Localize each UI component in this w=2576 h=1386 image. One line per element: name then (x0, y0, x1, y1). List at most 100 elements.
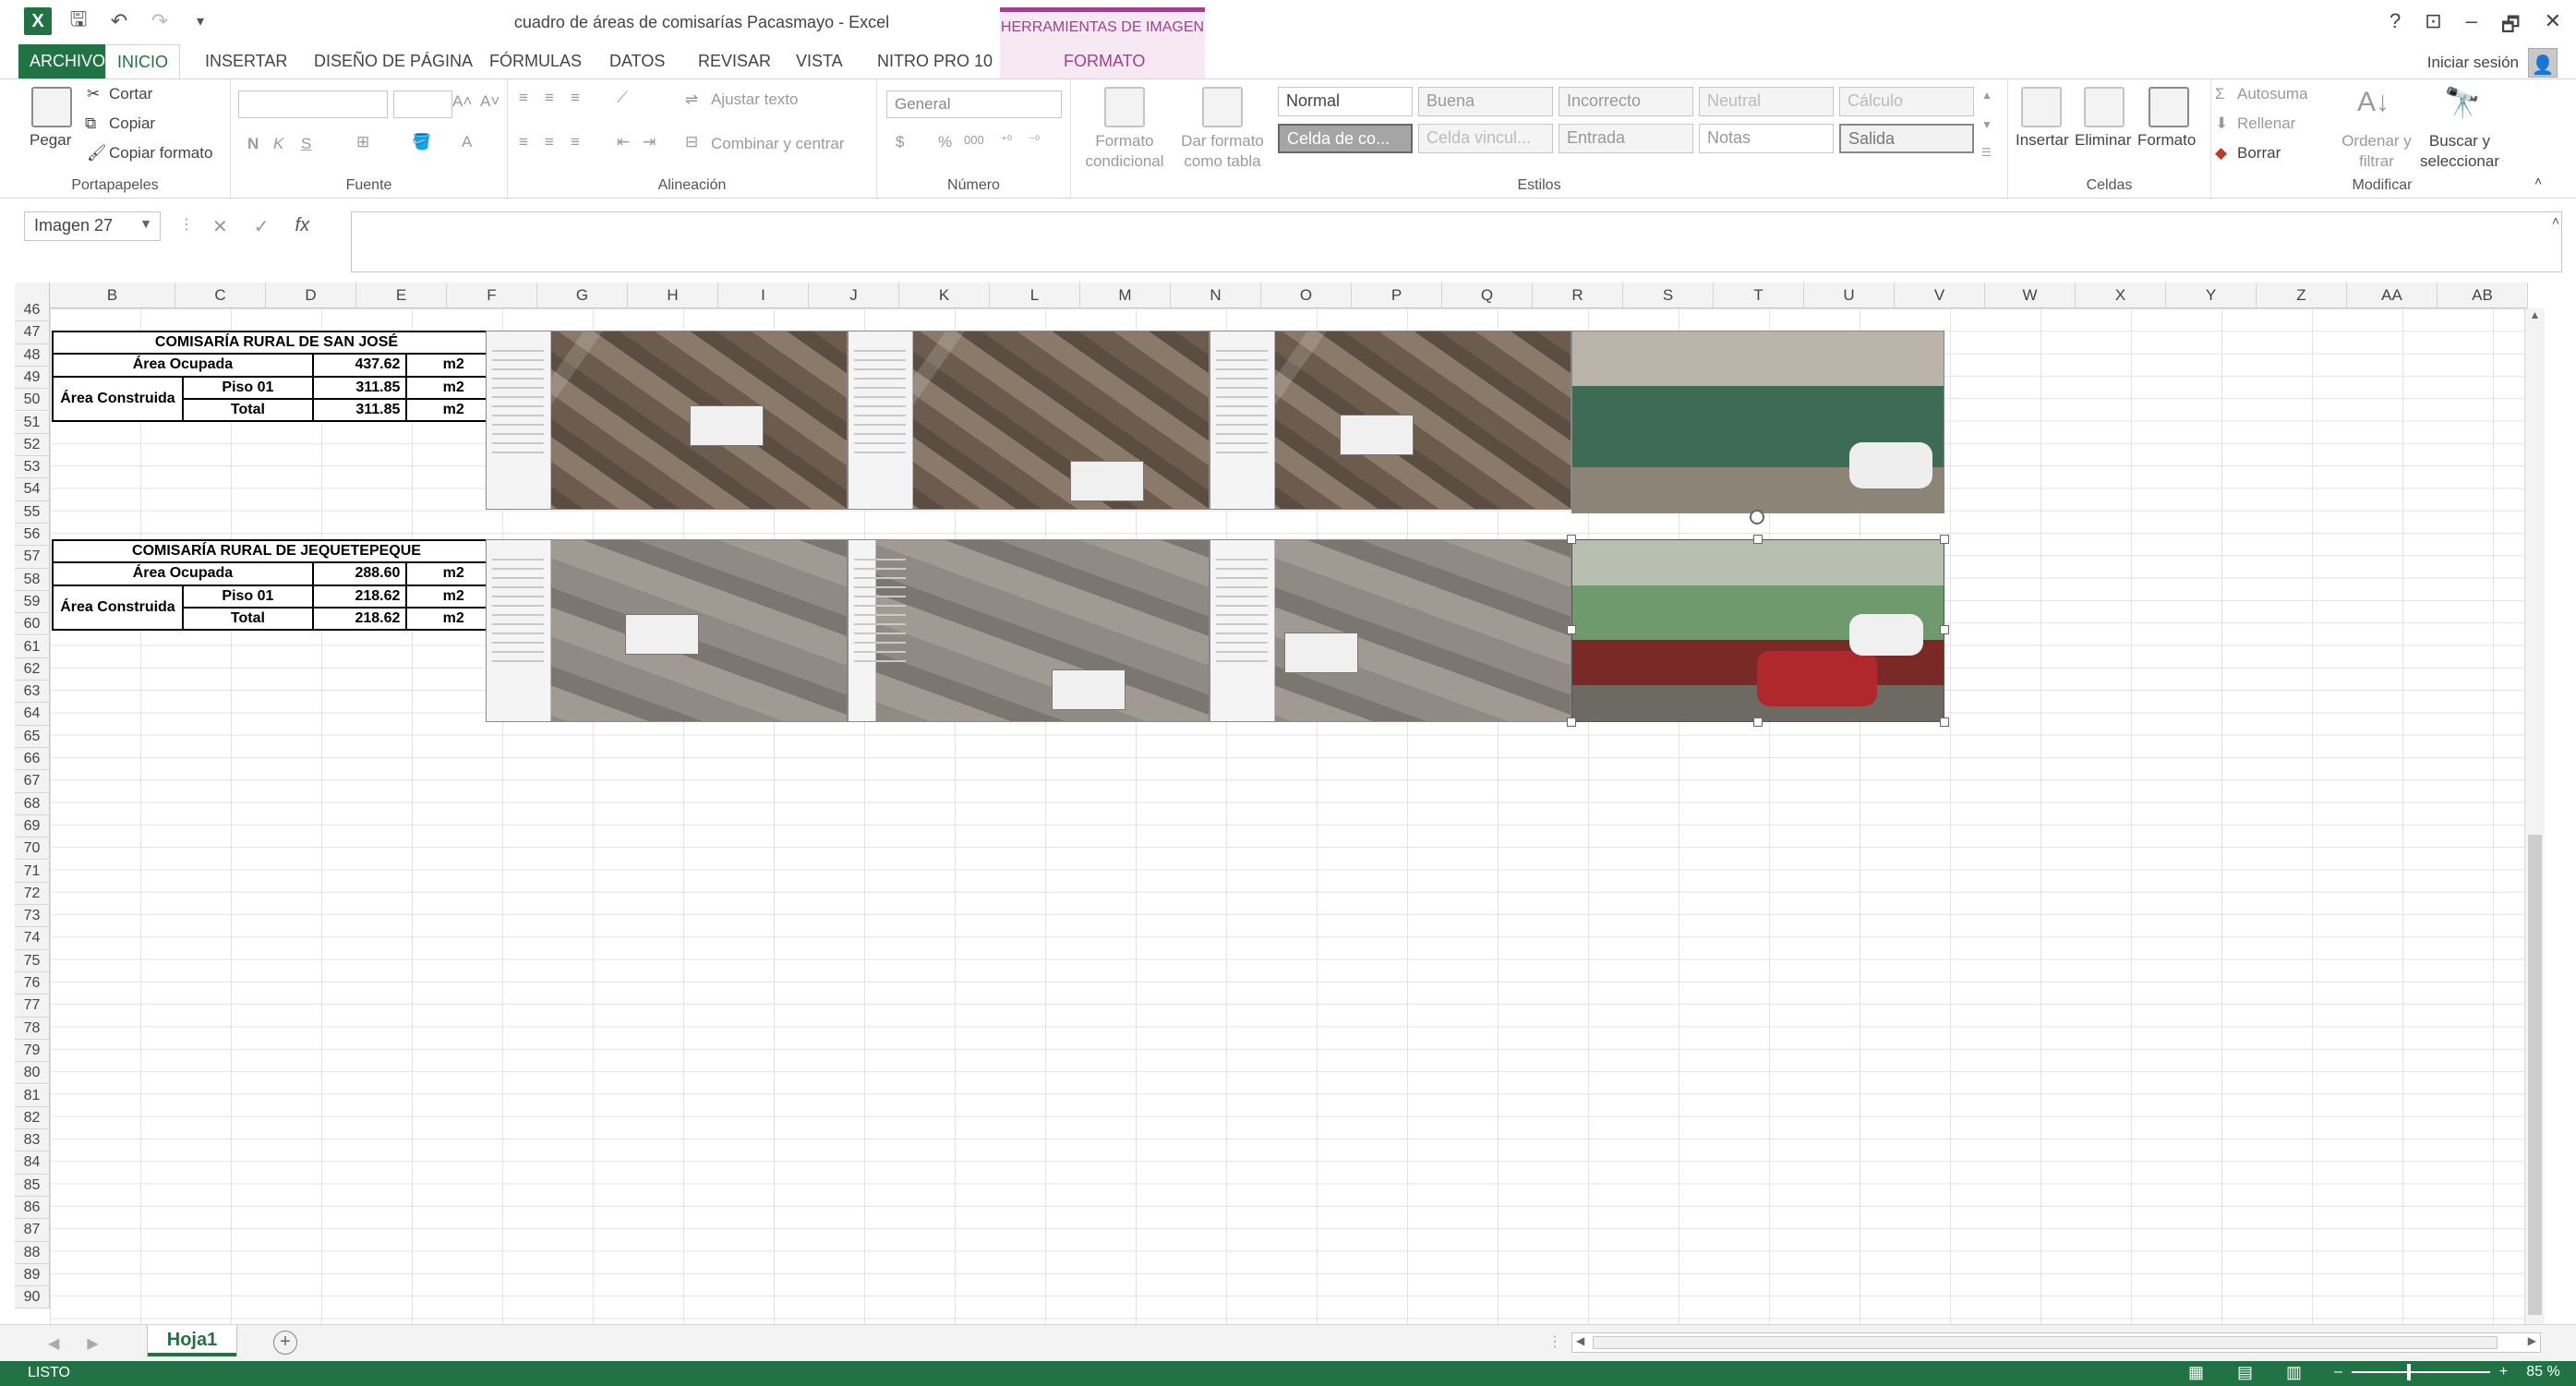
row-header[interactable]: 58 (15, 568, 50, 591)
clear-icon[interactable]: ◆ (2215, 144, 2227, 163)
name-box[interactable]: Imagen 27 ▼ (24, 211, 161, 241)
column-header[interactable]: N (1171, 283, 1261, 308)
row-header[interactable]: 48 (15, 343, 50, 367)
scroll-right-icon[interactable]: ▶ (2528, 1334, 2536, 1347)
total-value[interactable]: 311.85 (311, 397, 408, 423)
page-layout-view-icon[interactable]: ▤ (2237, 1363, 2253, 1382)
format-painter-icon[interactable]: 🖌 (87, 144, 107, 163)
resize-handle[interactable] (1753, 717, 1763, 727)
row-header[interactable]: 68 (15, 792, 50, 815)
align-right-icon[interactable]: ≡ (571, 133, 580, 151)
tab-data[interactable]: DATOS (598, 44, 676, 79)
sort-filter-icon[interactable]: A↓ (2357, 87, 2389, 118)
column-header[interactable]: E (356, 283, 447, 308)
font-color-icon[interactable]: A (462, 133, 472, 151)
column-header[interactable]: K (899, 283, 990, 308)
format-as-table-icon[interactable] (1202, 87, 1243, 127)
paste-button[interactable]: Pegar (30, 131, 71, 150)
column-header[interactable]: B (50, 283, 175, 308)
scroll-left-icon[interactable]: ◀ (1576, 1334, 1584, 1347)
style-check-cell[interactable]: Celda de co... (1278, 124, 1413, 153)
shrink-font-icon[interactable]: A˅ (480, 92, 500, 111)
underline-button[interactable]: S (301, 135, 311, 153)
prev-sheet-icon[interactable]: ◀ (48, 1334, 59, 1353)
column-header[interactable]: W (1985, 283, 2076, 308)
scroll-up-icon[interactable]: ▲ (2525, 308, 2545, 321)
row-header[interactable]: 89 (15, 1263, 50, 1287)
copy-icon[interactable]: ⧉ (85, 114, 96, 133)
column-header[interactable]: J (809, 283, 899, 308)
font-size-combo[interactable] (393, 90, 452, 118)
fill-icon[interactable]: ⬇ (2215, 114, 2228, 133)
copy-button[interactable]: Copiar (109, 114, 155, 133)
vertical-scrollbar[interactable]: ▲ (2524, 308, 2545, 1324)
ribbon-display-icon[interactable]: ⊡ (2425, 9, 2441, 44)
resize-handle[interactable] (1940, 625, 1949, 634)
style-bad[interactable]: Incorrecto (1559, 87, 1693, 116)
column-header[interactable]: R (1533, 283, 1623, 308)
horizontal-scrollbar[interactable]: ◀ ▶ (1571, 1332, 2541, 1353)
horizontal-scroll-thumb[interactable] (1593, 1336, 2498, 1349)
rotate-handle-icon[interactable] (1750, 510, 1764, 524)
aerial-screenshot-image[interactable] (486, 331, 848, 510)
tab-formulas[interactable]: FÓRMULAS (478, 44, 593, 79)
row-header[interactable]: 54 (15, 478, 50, 501)
paste-icon[interactable] (31, 87, 72, 127)
row-header[interactable]: 69 (15, 814, 50, 838)
resize-handle[interactable] (1567, 717, 1576, 727)
area-construida-label[interactable]: Área Construida (52, 375, 184, 423)
minimize-button[interactable]: – (2466, 9, 2477, 44)
column-header[interactable]: F (447, 283, 537, 308)
insert-cells-icon[interactable] (2021, 87, 2062, 127)
cancel-icon[interactable]: ✕ (212, 215, 228, 238)
row-header[interactable]: 78 (15, 1017, 50, 1040)
column-header[interactable]: V (1895, 283, 1985, 308)
wrap-text-icon[interactable]: ⇌ (685, 90, 698, 109)
row-header[interactable]: 72 (15, 882, 50, 906)
total-label[interactable]: Total (181, 397, 314, 423)
area-ocupada-label[interactable]: Área Ocupada (52, 561, 314, 586)
street-view-photo[interactable] (1571, 331, 1944, 513)
normal-view-icon[interactable]: ▦ (2188, 1363, 2204, 1382)
help-button[interactable]: ? (2389, 9, 2401, 44)
row-header[interactable]: 77 (15, 994, 50, 1018)
zoom-out-button[interactable]: – (2334, 1364, 2342, 1380)
column-header[interactable]: L (990, 283, 1080, 308)
area-ocupada-value[interactable]: 437.62 (311, 353, 408, 378)
column-header[interactable]: I (718, 283, 809, 308)
row-header[interactable]: 59 (15, 590, 50, 614)
tab-view[interactable]: VISTA (785, 44, 854, 79)
style-linked-cell[interactable]: Celda vincul... (1418, 124, 1553, 153)
row-header[interactable]: 50 (15, 389, 50, 412)
row-header[interactable]: 80 (15, 1062, 50, 1085)
row-header[interactable]: 90 (15, 1286, 50, 1309)
row-header[interactable]: 66 (15, 748, 50, 771)
signin-area[interactable]: Iniciar sesión 👤 (2427, 48, 2558, 78)
row-header[interactable]: 70 (15, 838, 50, 861)
row-header[interactable]: 75 (15, 949, 50, 972)
aerial-screenshot-image[interactable] (1210, 331, 1571, 510)
percent-button[interactable]: % (938, 133, 952, 151)
vertical-scroll-thumb[interactable] (2528, 835, 2542, 1315)
delete-cells-button[interactable]: Eliminar (2075, 131, 2131, 150)
style-good[interactable]: Buena (1418, 87, 1553, 116)
align-left-icon[interactable]: ≡ (519, 133, 528, 151)
tab-home[interactable]: INICIO (105, 44, 181, 79)
add-sheet-button[interactable]: + (273, 1331, 297, 1355)
row-header[interactable]: 85 (15, 1174, 50, 1197)
increase-indent-icon[interactable]: ⇥ (643, 133, 656, 151)
row-header[interactable]: 81 (15, 1084, 50, 1107)
tab-file[interactable]: ARCHIVO (18, 44, 117, 79)
close-button[interactable]: ✕ (2545, 9, 2561, 44)
row-header[interactable]: 62 (15, 657, 50, 681)
merge-center-button[interactable]: Combinar y centrar (711, 135, 845, 153)
tab-nitro[interactable]: NITRO PRO 10 (866, 44, 1004, 79)
sheet-tab-hoja1[interactable]: Hoja1 (148, 1325, 236, 1356)
thousands-button[interactable]: 000 (964, 133, 984, 147)
name-box-dropdown-icon[interactable]: ▼ (139, 216, 152, 231)
row-header[interactable]: 52 (15, 433, 50, 457)
grow-font-icon[interactable]: A˄ (452, 92, 472, 111)
column-header[interactable]: M (1080, 283, 1171, 308)
find-icon[interactable]: 🔭 (2444, 85, 2481, 120)
row-header[interactable]: 57 (15, 546, 50, 569)
